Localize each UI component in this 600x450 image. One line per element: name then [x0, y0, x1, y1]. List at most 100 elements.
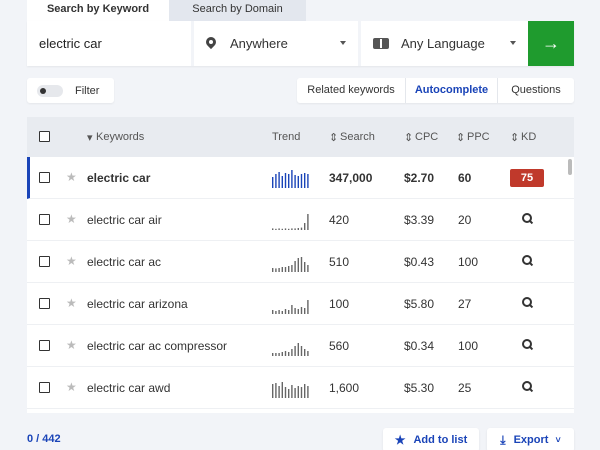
row-checkbox[interactable]: [39, 382, 50, 393]
trend-bar: [275, 311, 277, 314]
trend-bar: [297, 176, 299, 188]
cpc-cell: $0.43: [404, 255, 435, 269]
star-icon[interactable]: ★: [66, 170, 77, 184]
table-row[interactable]: ★ electric car air 420 $3.39 20: [27, 199, 574, 241]
trend-bar: [291, 265, 293, 272]
trend-bar: [284, 351, 287, 356]
keyword-cell[interactable]: electric car: [87, 171, 150, 185]
chevron-down-icon: ˅: [555, 435, 561, 445]
ppc-cell: 20: [458, 213, 472, 227]
trend-bar: [304, 349, 306, 356]
star-icon[interactable]: ★: [66, 212, 77, 226]
search-icon[interactable]: [522, 213, 534, 225]
location-select[interactable]: Anywhere: [194, 21, 358, 66]
location-pin-icon: [206, 37, 216, 51]
keyword-cell[interactable]: electric car ac: [87, 255, 161, 269]
trend-bar: [288, 174, 290, 188]
column-keywords[interactable]: Keywords: [96, 131, 144, 143]
star-icon[interactable]: ★: [66, 296, 77, 310]
trend-bar: [294, 261, 296, 272]
tab-related-keywords[interactable]: Related keywords: [297, 78, 406, 103]
sort-icon: ⇕: [510, 132, 520, 144]
sort-icon: ⇕: [456, 132, 466, 144]
cpc-cell: $3.39: [404, 213, 435, 227]
row-checkbox[interactable]: [39, 172, 50, 183]
row-checkbox[interactable]: [39, 214, 50, 225]
trend-bar: [288, 310, 290, 314]
cpc-cell: $0.34: [404, 339, 435, 353]
trend-bar: [291, 385, 293, 398]
trend-bar: [300, 387, 303, 398]
trend-bar: [288, 228, 290, 230]
tab-search-by-keyword[interactable]: Search by Keyword: [27, 0, 169, 21]
filter-toggle[interactable]: Filter: [27, 78, 114, 103]
search-cell: 1,600: [329, 381, 360, 395]
add-to-list-button[interactable]: ★ Add to list: [383, 428, 479, 450]
download-icon: ⤓: [500, 432, 506, 447]
trend-bar: [300, 227, 303, 230]
star-icon[interactable]: ★: [66, 380, 77, 394]
keyword-input[interactable]: electric car: [27, 21, 191, 66]
keywords-table: ▾ Keywords Trend ⇕ Search ⇕ CPC ⇕ PPC ⇕ …: [27, 117, 574, 413]
trend-bar: [278, 310, 280, 314]
chevron-down-icon: [510, 41, 516, 45]
keyword-cell[interactable]: electric car awd: [87, 381, 170, 395]
keyword-cell[interactable]: electric car air: [87, 213, 162, 227]
trend-sparkline: [272, 300, 309, 314]
trend-sparkline: [272, 170, 309, 188]
table-row[interactable]: ★ electric car ac compressor 560 $0.34 100: [27, 325, 574, 367]
tab-questions[interactable]: Questions: [498, 78, 574, 103]
search-icon[interactable]: [522, 339, 534, 351]
trend-bar: [275, 353, 277, 356]
trend-bar: [272, 353, 274, 356]
toggle-switch[interactable]: [37, 84, 63, 97]
search-submit-button[interactable]: →: [528, 21, 574, 66]
sort-icon: ⇕: [329, 132, 339, 144]
column-trend[interactable]: Trend: [272, 131, 300, 143]
search-cell: 347,000: [329, 171, 373, 185]
trend-bar: [307, 386, 309, 398]
table-header: ▾ Keywords Trend ⇕ Search ⇕ CPC ⇕ PPC ⇕ …: [27, 117, 574, 157]
trend-bar: [284, 173, 287, 188]
row-checkbox[interactable]: [39, 340, 50, 351]
trend-bar: [291, 228, 293, 230]
keyword-cell[interactable]: electric car ac compressor: [87, 339, 227, 353]
trend-bar: [275, 383, 277, 398]
table-row[interactable]: ★ electric car awd 1,600 $5.30 25: [27, 367, 574, 409]
select-all-checkbox[interactable]: [39, 131, 50, 142]
trend-bar: [294, 388, 296, 398]
tab-search-by-domain[interactable]: Search by Domain: [169, 0, 306, 21]
trend-bar: [297, 343, 299, 356]
search-mode-tabs: Search by Keyword Search by Domain: [27, 0, 306, 21]
export-label: Export: [513, 434, 549, 446]
search-icon[interactable]: [522, 255, 534, 267]
column-cpc[interactable]: CPC: [415, 131, 438, 143]
language-select[interactable]: Any Language: [361, 21, 528, 66]
trend-bar: [297, 386, 299, 398]
trend-bar: [278, 228, 280, 230]
column-ppc[interactable]: PPC: [467, 131, 490, 143]
table-row[interactable]: ★ electric car 347,000 $2.70 60 75: [27, 157, 574, 199]
search-icon[interactable]: [522, 297, 534, 309]
trend-bar: [272, 310, 274, 314]
star-icon[interactable]: ★: [66, 338, 77, 352]
star-icon[interactable]: ★: [66, 254, 77, 268]
trend-bar: [304, 223, 306, 230]
export-button[interactable]: ⤓ Export ˅: [487, 428, 574, 450]
tab-autocomplete[interactable]: Autocomplete: [406, 78, 498, 103]
search-icon[interactable]: [522, 381, 534, 393]
column-kd[interactable]: KD: [521, 131, 536, 143]
scrollbar-thumb[interactable]: [568, 159, 572, 175]
keyword-cell[interactable]: electric car arizona: [87, 297, 188, 311]
table-row[interactable]: ★ electric car ac 510 $0.43 100: [27, 241, 574, 283]
ppc-cell: 100: [458, 255, 479, 269]
trend-bar: [272, 228, 274, 230]
row-checkbox[interactable]: [39, 298, 50, 309]
trend-bar: [278, 172, 280, 188]
table-row[interactable]: ★ electric car arizona 100 $5.80 27: [27, 283, 574, 325]
add-to-list-label: Add to list: [413, 434, 468, 446]
trend-bar: [281, 382, 283, 398]
column-search[interactable]: Search: [340, 131, 375, 143]
row-checkbox[interactable]: [39, 256, 50, 267]
selection-count: 0 / 442: [27, 433, 61, 445]
